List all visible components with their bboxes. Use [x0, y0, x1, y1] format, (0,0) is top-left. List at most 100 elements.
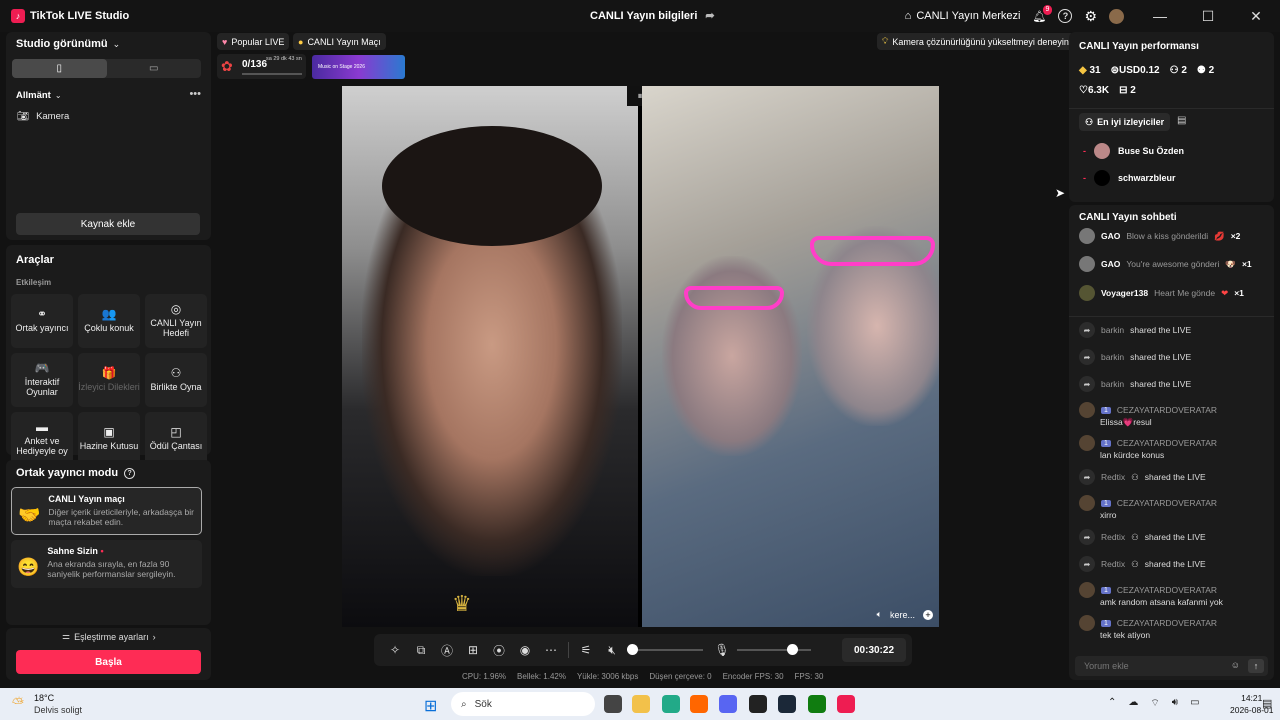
- gift-message[interactable]: Voyager138 Heart Me gönde ❤ ×1: [1079, 285, 1244, 301]
- share-event[interactable]: ➦ Redtix ⚇ shared the LIVE: [1079, 556, 1206, 572]
- share-event[interactable]: ➦ Redtix ⚇ shared the LIVE: [1079, 469, 1206, 485]
- scene-dropdown[interactable]: Allmänt ⌄: [16, 90, 62, 101]
- app-icon[interactable]: [749, 695, 767, 713]
- cloud-icon[interactable]: ☁: [1128, 697, 1138, 710]
- tag-label: Popular LIVE: [231, 36, 285, 47]
- volume-icon[interactable]: 🔊︎: [1172, 697, 1178, 710]
- live-goal-widget[interactable]: ✿ 0/136 sa 29 dk 43 sn: [217, 54, 306, 79]
- taskbar-search[interactable]: ⌕ Sök: [451, 692, 595, 716]
- live-info-button[interactable]: CANLI Yayın bilgileri ➦: [590, 9, 715, 23]
- top-viewer-row[interactable]: - Buse Su Özden: [1083, 143, 1184, 159]
- camera-switch-icon[interactable]: ◉: [512, 637, 538, 663]
- tool-button[interactable]: ▣ Hazine Kutusu: [78, 412, 140, 466]
- mic-volume-slider[interactable]: [737, 644, 811, 655]
- microphone-icon[interactable]: 🎙︎: [709, 637, 735, 663]
- chat-message[interactable]: 1 CEZAYATARDOVERATAR: [1079, 615, 1217, 631]
- gift-message[interactable]: GAO You're awesome gönderi 🐶 ×1: [1079, 256, 1252, 272]
- emoji-icon[interactable]: ☺: [1231, 660, 1240, 670]
- diamond-stat: ◆ 31: [1079, 65, 1101, 76]
- chat-message[interactable]: 1 CEZAYATARDOVERATAR: [1079, 582, 1217, 598]
- effects-icon[interactable]: ⧉: [408, 637, 434, 663]
- tool-button[interactable]: 🎮 İnteraktif Oyunlar: [11, 353, 73, 407]
- tool-button[interactable]: ⚭ Ortak yayıncı: [11, 294, 73, 348]
- portrait-icon[interactable]: ▯: [12, 59, 107, 78]
- add-media-icon[interactable]: ⊞: [460, 637, 486, 663]
- list-icon[interactable]: ▤: [1177, 115, 1186, 126]
- notification-center-icon[interactable]: ▤: [1262, 697, 1272, 710]
- wifi-icon[interactable]: ⌔: [1150, 697, 1159, 710]
- add-icon[interactable]: +: [923, 609, 933, 620]
- more-icon[interactable]: •••: [189, 88, 201, 100]
- tool-button[interactable]: ▬ Anket ve Hediyeyle oy: [11, 412, 73, 466]
- chat-message[interactable]: 1 CEZAYATARDOVERATAR: [1079, 495, 1217, 511]
- ai-icon[interactable]: Ⓐ: [434, 637, 460, 663]
- tag-label: CANLI Yayın Maçı: [307, 36, 381, 47]
- more-icon[interactable]: ⋯: [538, 637, 564, 663]
- discord-icon[interactable]: [719, 695, 737, 713]
- goal-count: 0/136: [242, 59, 268, 70]
- tiktok-studio-icon[interactable]: [837, 695, 855, 713]
- share-event[interactable]: ➦ barkin shared the LIVE: [1079, 376, 1191, 392]
- share-event[interactable]: ➦ barkin shared the LIVE: [1079, 322, 1191, 338]
- record-icon[interactable]: ⦿: [486, 637, 512, 663]
- chat-title: CANLI Yayın sohbeti: [1079, 212, 1177, 223]
- xbox-icon[interactable]: [808, 695, 826, 713]
- gift-message[interactable]: GAO Blow a kiss gönderildi 💋 ×2: [1079, 228, 1240, 244]
- mixer-icon[interactable]: ⚟: [573, 637, 599, 663]
- landscape-icon[interactable]: ▭: [107, 59, 202, 78]
- task-view-icon[interactable]: [604, 695, 622, 713]
- help-icon[interactable]: ?: [124, 467, 136, 479]
- help-button[interactable]: ?: [1058, 9, 1073, 23]
- settings-button[interactable]: ⚙: [1084, 8, 1097, 25]
- send-icon[interactable]: ↑: [1248, 659, 1264, 673]
- popular-live-tag[interactable]: ♥ Popular LIVE: [217, 33, 290, 50]
- brave-icon[interactable]: [690, 695, 708, 713]
- live-chat-panel: CANLI Yayın sohbeti GAO Blow a kiss gönde…: [1069, 205, 1274, 680]
- studio-view-dropdown[interactable]: Studio görünümü ⌄: [16, 38, 120, 50]
- live-match-mode[interactable]: 🤝 CANLI Yayın maçı Diğer içerik üreticil…: [11, 487, 202, 535]
- profile-avatar[interactable]: [1109, 8, 1124, 24]
- live-center-button[interactable]: ⌂ CANLI Yayın Merkezi: [905, 10, 1021, 22]
- pairing-settings-button[interactable]: ⚌ Eşleştirme ayarları ›: [62, 631, 156, 642]
- event-banner[interactable]: Music on Stage 2026: [312, 55, 405, 79]
- chat-message[interactable]: 1 CEZAYATARDOVERATAR: [1079, 435, 1217, 451]
- stage-mode[interactable]: 😄 Sahne Sizin • Ana ekranda sırayla, en …: [11, 540, 202, 588]
- weather-icon[interactable]: ⛅︎: [12, 695, 24, 712]
- file-explorer-icon[interactable]: [632, 695, 650, 713]
- source-camera[interactable]: 📷︎ Kamera: [17, 111, 69, 122]
- windows-start-icon[interactable]: ⊞: [424, 696, 437, 716]
- stat-item: FPS: 30: [794, 672, 824, 681]
- tools-panel: Araçlar Etkileşim ⚭ Ortak yayıncı 👥 Çoklu k…: [6, 245, 211, 466]
- top-viewer-row[interactable]: - schwarzbleur: [1083, 170, 1176, 186]
- top-viewers-tab[interactable]: ⚇ En iyi izleyiciler: [1079, 113, 1171, 131]
- magic-wand-icon[interactable]: ✧: [382, 637, 408, 663]
- tool-button[interactable]: ◎ CANLI Yayın Hedefi: [145, 294, 207, 348]
- live-match-tag[interactable]: ● CANLI Yayın Maçı: [293, 33, 386, 50]
- tool-button[interactable]: ⚇ Birlikte Oyna: [145, 353, 207, 407]
- camera-hint[interactable]: 💡︎ Kamera çözünürlüğünü yükseltmeyi dene…: [877, 33, 1074, 50]
- notifications-button[interactable]: 🔔︎ 9: [1032, 4, 1053, 23]
- minimize-button[interactable]: —: [1136, 0, 1184, 32]
- live-performance-panel: CANLI Yayın performansı ◆ 31 ⊜USD0.12 ⚇ …: [1069, 32, 1274, 202]
- chrome-icon[interactable]: [662, 695, 680, 713]
- start-button[interactable]: Başla: [16, 650, 201, 674]
- chevron-up-icon[interactable]: ⌃: [1108, 697, 1116, 710]
- battery-icon[interactable]: ▭: [1190, 697, 1199, 710]
- chat-message[interactable]: 1 CEZAYATARDOVERATAR: [1079, 402, 1217, 418]
- speaker-icon[interactable]: 🔈︎: [877, 609, 882, 620]
- tool-button[interactable]: 🎁 İzleyici Dilekleri: [78, 353, 140, 407]
- speaker-volume-slider[interactable]: [627, 644, 703, 655]
- steam-icon[interactable]: [778, 695, 796, 713]
- maximize-button[interactable]: ☐: [1184, 0, 1232, 32]
- share-event[interactable]: ➦ Redtix ⚇ shared the LIVE: [1079, 529, 1206, 545]
- tool-button[interactable]: 👥 Çoklu konuk: [78, 294, 140, 348]
- share-icon: ➦: [1079, 556, 1095, 572]
- close-button[interactable]: ✕: [1232, 0, 1280, 32]
- weather-desc: Delvis soligt: [34, 705, 83, 715]
- tool-button[interactable]: ◰ Ödül Çantası: [145, 412, 207, 466]
- share-event[interactable]: ➦ barkin shared the LIVE: [1079, 349, 1191, 365]
- add-source-button[interactable]: Kaynak ekle: [16, 213, 200, 235]
- comment-input[interactable]: Yorum ekle ☺ ↑: [1075, 656, 1268, 676]
- speaker-muted-icon[interactable]: 🔇︎: [599, 637, 625, 663]
- live-preview[interactable]: ♛ ⏸ 🔈︎ kere... +: [342, 86, 939, 627]
